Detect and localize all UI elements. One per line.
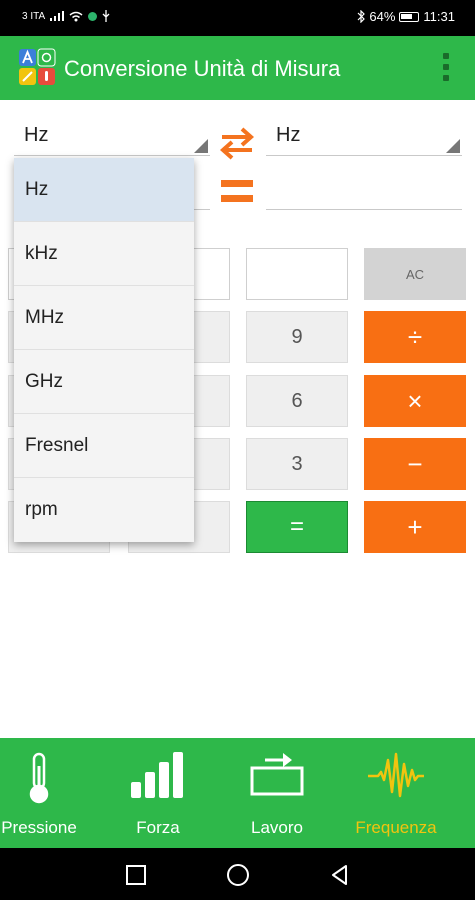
carrier-label: 3 ITA: [22, 10, 46, 22]
status-left: 3 ITA: [22, 10, 110, 22]
from-unit-select[interactable]: Hz: [14, 112, 210, 156]
nav-label-lavoro: Lavoro: [251, 818, 303, 837]
signal-bars-icon: [131, 752, 183, 798]
minus-button[interactable]: −: [364, 438, 466, 490]
nav-item-frequenza[interactable]: Frequenza: [337, 738, 455, 848]
nav-label-frequenza: Frequenza: [355, 818, 437, 837]
plus-button[interactable]: +: [364, 501, 466, 553]
wifi-icon: [69, 11, 83, 21]
menu-dot: [443, 64, 449, 70]
overflow-menu-button[interactable]: [443, 53, 449, 81]
dropdown-arrow-icon: [446, 139, 460, 153]
battery-icon: [399, 11, 420, 22]
menu-dot: [443, 75, 449, 81]
bottom-navigation: Pressione Forza Lavoro Frequenza: [0, 738, 475, 848]
status-bar: 3 ITA 64% 11:31: [0, 0, 475, 36]
divide-button[interactable]: ÷: [364, 311, 466, 363]
equals-button[interactable]: =: [246, 501, 348, 553]
dropdown-arrow-icon: [194, 139, 208, 153]
back-icon[interactable]: [328, 863, 352, 887]
nav-item-forza[interactable]: Forza: [99, 738, 217, 848]
dropdown-item-mhz[interactable]: MHz: [14, 286, 194, 350]
waveform-icon: [368, 752, 424, 798]
app-title: Conversione Unità di Misura: [64, 56, 341, 81]
key-6[interactable]: 6: [246, 375, 348, 427]
signal-icon: [50, 11, 65, 21]
dropdown-item-ghz[interactable]: GHz: [14, 350, 194, 414]
clock: 11:31: [423, 9, 455, 24]
key-9[interactable]: 9: [246, 311, 348, 363]
battery-percent: 64%: [369, 9, 396, 24]
multiply-button[interactable]: ×: [364, 375, 466, 427]
work-arrow-icon: [250, 753, 304, 796]
app-logo-icon: [19, 48, 56, 85]
from-unit-label: Hz: [24, 124, 49, 146]
to-unit-select[interactable]: Hz: [266, 112, 462, 156]
equals-bar: [221, 195, 253, 202]
dropdown-item-khz[interactable]: kHz: [14, 222, 194, 286]
key-3[interactable]: 3: [246, 438, 348, 490]
bluetooth-icon: [357, 10, 366, 23]
unit-dropdown-menu: Hz kHz MHz GHz Fresnel rpm: [14, 158, 194, 542]
system-navigation-bar: [0, 848, 475, 900]
app-bar: Conversione Unità di Misura: [0, 36, 475, 100]
swap-arrows-icon[interactable]: [218, 126, 256, 160]
dropdown-item-fresnel[interactable]: Fresnel: [14, 414, 194, 478]
equals-icon: [221, 180, 253, 206]
notification-dot-icon: [88, 11, 98, 21]
nav-item-pressione[interactable]: Pressione: [0, 738, 98, 848]
nav-label-pressione: Pressione: [1, 818, 77, 837]
status-right: 64% 11:31: [357, 9, 455, 24]
dropdown-item-rpm[interactable]: rpm: [14, 478, 194, 542]
menu-dot: [443, 53, 449, 59]
key-blank-right[interactable]: [246, 248, 348, 300]
nav-label-forza: Forza: [136, 818, 180, 837]
to-value-field[interactable]: [266, 180, 462, 210]
usb-icon: [102, 10, 110, 22]
thermometer-icon: [29, 752, 49, 804]
to-unit-label: Hz: [276, 124, 301, 146]
home-icon[interactable]: [226, 863, 250, 887]
dropdown-item-hz[interactable]: Hz: [14, 158, 194, 222]
recents-icon[interactable]: [124, 863, 148, 887]
clear-button[interactable]: AC: [364, 248, 466, 300]
equals-bar: [221, 180, 253, 187]
nav-item-lavoro[interactable]: Lavoro: [218, 738, 336, 848]
